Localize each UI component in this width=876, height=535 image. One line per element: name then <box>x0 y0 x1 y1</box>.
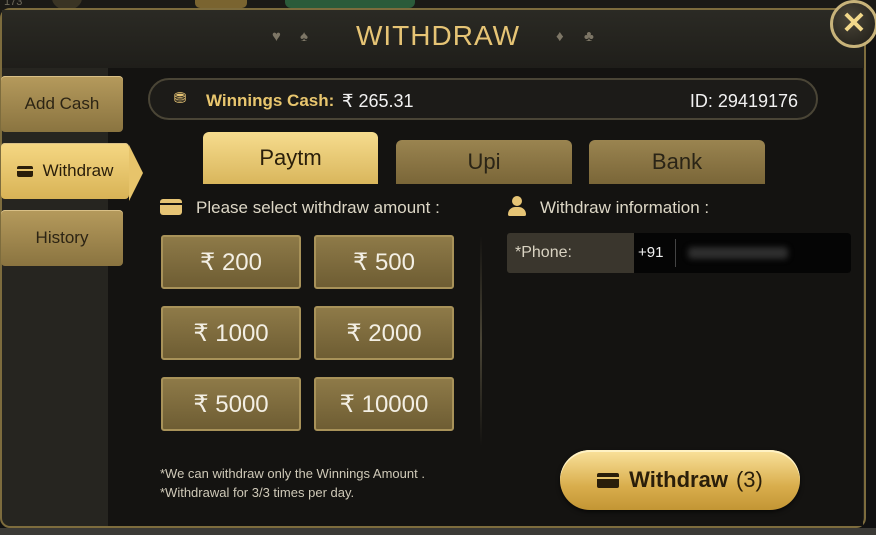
withdraw-remaining-count: (3) <box>735 467 763 492</box>
amount-button-2000[interactable]: ₹ 2000 <box>314 306 454 360</box>
background-green-tab <box>285 0 415 8</box>
user-id: ID: 29419176 <box>689 91 798 111</box>
background-number: 173 <box>4 0 23 8</box>
amount-button-1000[interactable]: ₹ 1000 <box>161 306 301 360</box>
sidebar-item-label: History <box>35 228 89 247</box>
sidebar-item-add-cash[interactable]: Add Cash <box>1 76 123 132</box>
info-section-label: Withdraw information : <box>540 198 710 217</box>
close-icon: ✕ <box>841 7 867 40</box>
sidebar-item-history[interactable]: History <box>1 210 123 266</box>
tab-bank[interactable]: Bank <box>589 140 765 184</box>
withdraw-button-label: Withdraw <box>629 467 728 492</box>
amount-button-500[interactable]: ₹ 500 <box>314 235 454 289</box>
note-line-1: *We can withdraw only the Winnings Amoun… <box>160 466 425 481</box>
card-icon <box>16 165 33 177</box>
close-button[interactable]: ✕ <box>830 0 876 48</box>
coin-icon: ⛃ <box>173 90 187 107</box>
withdraw-button[interactable]: Withdraw (3) <box>560 450 800 510</box>
amount-button-5000[interactable]: ₹ 5000 <box>161 377 301 431</box>
winnings-value: ₹ 265.31 <box>342 91 414 111</box>
phone-number-redacted <box>688 247 788 259</box>
phone-row: *Phone: +91 <box>507 233 851 273</box>
tab-paytm[interactable]: Paytm <box>203 132 378 184</box>
phone-separator <box>675 239 676 267</box>
card-icon <box>597 472 620 488</box>
sidebar-active-arrow <box>129 145 143 201</box>
amount-label: ₹ 2000 <box>346 319 422 347</box>
winnings-label: Winnings Cash: <box>206 91 335 110</box>
phone-input[interactable]: +91 <box>634 233 851 273</box>
amount-label: ₹ 1000 <box>193 319 269 347</box>
amount-section-label: Please select withdraw amount : <box>196 198 440 217</box>
phone-prefix: +91 <box>638 244 664 261</box>
person-icon <box>508 196 526 216</box>
amount-label: ₹ 5000 <box>193 390 269 418</box>
note-line-2: *Withdrawal for 3/3 times per day. <box>160 485 355 500</box>
game-screen: 173 ♥ ♠ WITHDRAW ♦ ♣ ✕ Add Cash Withdraw… <box>0 0 876 535</box>
phone-label: *Phone: <box>515 244 572 261</box>
amount-button-200[interactable]: ₹ 200 <box>161 235 301 289</box>
amount-button-10000[interactable]: ₹ 10000 <box>314 377 454 431</box>
tab-upi[interactable]: Upi <box>396 140 572 184</box>
amount-label: ₹ 500 <box>353 248 415 276</box>
amount-label: ₹ 10000 <box>339 390 429 418</box>
dialog-title: WITHDRAW <box>355 20 521 51</box>
background-gold-tab <box>195 0 247 8</box>
diamond-suit-icon: ♦ <box>556 28 564 45</box>
tab-label: Bank <box>651 149 703 174</box>
sidebar-item-label: Withdraw <box>42 161 114 180</box>
amount-label: ₹ 200 <box>200 248 262 276</box>
club-suit-icon: ♣ <box>584 28 594 45</box>
tab-label: Upi <box>467 149 501 174</box>
background-bottom-strip <box>0 528 876 535</box>
sidebar-item-label: Add Cash <box>24 94 100 113</box>
wallet-icon <box>160 199 182 215</box>
section-divider <box>480 236 482 446</box>
tab-label: Paytm <box>259 145 322 170</box>
winnings-bar: ⛃ Winnings Cash: ₹ 265.31 ID: 29419176 <box>148 78 818 120</box>
sidebar-item-withdraw[interactable]: Withdraw <box>1 143 129 199</box>
